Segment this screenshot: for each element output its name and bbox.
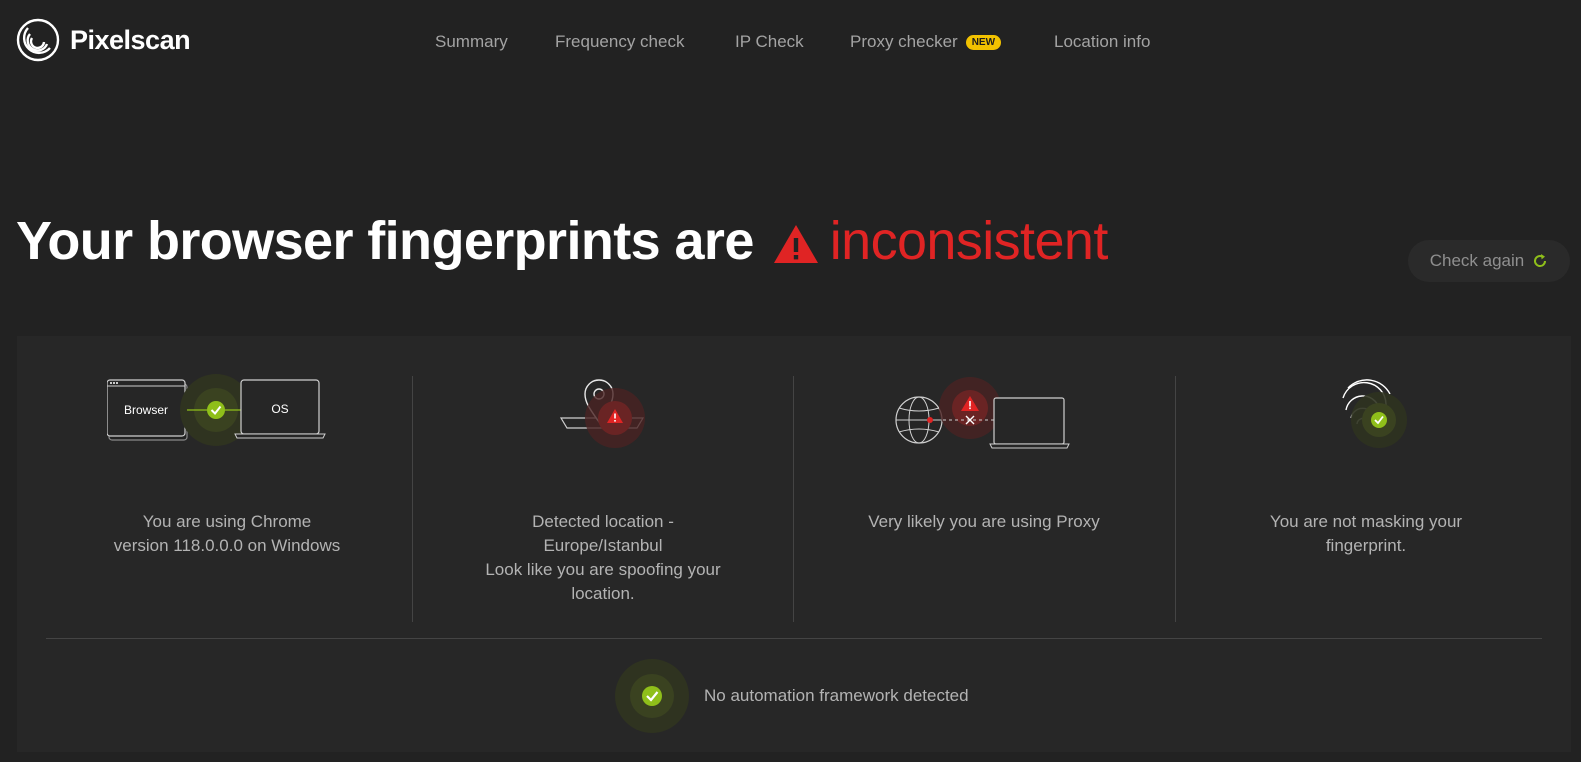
result-line: Very likely you are using Proxy	[868, 512, 1100, 531]
browser-os-card: Browser OS You are using Chrome version …	[37, 336, 417, 636]
location-illustration	[413, 374, 793, 494]
proxy-result: Very likely you are using Proxy	[834, 510, 1134, 534]
header: Pixelscan Summary Frequency check IP Che…	[0, 0, 1581, 82]
nav-location-info[interactable]: Location info	[1054, 30, 1150, 54]
nav-frequency-check[interactable]: Frequency check	[555, 30, 684, 54]
check-circle-icon	[1371, 412, 1387, 428]
check-circle-icon	[207, 401, 225, 419]
result-line: You are not masking your	[1269, 512, 1463, 531]
location-card: Detected location - Europe/Istanbul Look…	[413, 336, 793, 636]
proxy-graphic	[895, 377, 1070, 449]
browser-os-illustration: Browser OS	[37, 374, 417, 494]
browser-label: Browser	[124, 403, 168, 417]
fingerprint-status: inconsistent	[829, 211, 1109, 271]
result-line: location.	[571, 584, 635, 603]
divider	[46, 638, 1542, 639]
fingerprint-result: You are not masking your fingerprint.	[1216, 510, 1516, 558]
result-line: Look like you are spoofing your	[485, 560, 721, 579]
page-title: Your browser fingerprints are inconsiste…	[16, 208, 1108, 274]
nav-ip-check[interactable]: IP Check	[735, 30, 804, 54]
check-again-label: Check again	[1429, 251, 1525, 270]
fingerprint-card: You are not masking your fingerprint.	[1176, 336, 1556, 636]
location-pin-icon	[559, 379, 645, 448]
fingerprint-illustration	[1176, 374, 1556, 494]
new-badge: NEW	[965, 35, 1002, 50]
os-label: OS	[271, 402, 288, 416]
location-result: Detected location - Europe/Istanbul Look…	[453, 510, 753, 606]
nav-proxy-checker-label: Proxy checker	[850, 32, 958, 51]
nav-proxy-checker[interactable]: Proxy checker NEW	[850, 30, 1002, 54]
browser-os-result: You are using Chrome version 118.0.0.0 o…	[77, 510, 377, 558]
results-panel: Browser OS You are using Chrome version …	[17, 336, 1571, 752]
proxy-card: Very likely you are using Proxy	[794, 336, 1174, 636]
check-again-button[interactable]: Check again	[1408, 240, 1570, 282]
result-line: Europe/Istanbul	[543, 536, 663, 555]
result-line: fingerprint.	[1325, 536, 1407, 555]
warning-triangle-icon	[773, 225, 818, 263]
result-line: version 118.0.0.0 on Windows	[113, 536, 341, 555]
automation-label: No automation framework detected	[704, 686, 969, 705]
refresh-icon	[1534, 254, 1547, 267]
check-circle-icon	[615, 659, 689, 733]
page-title-prefix: Your browser fingerprints are	[16, 211, 754, 271]
result-line: Detected location -	[532, 512, 674, 531]
proxy-illustration	[794, 374, 1174, 494]
automation-result: No automation framework detected	[614, 658, 969, 734]
fingerprint-icon	[1342, 379, 1407, 448]
laptop-icon	[993, 397, 1065, 445]
main-nav: Summary Frequency check IP Check Proxy c…	[0, 30, 1581, 54]
browser-os-graphic: Browser OS	[107, 374, 326, 446]
result-line: You are using Chrome	[142, 512, 312, 531]
nav-summary[interactable]: Summary	[435, 30, 508, 54]
